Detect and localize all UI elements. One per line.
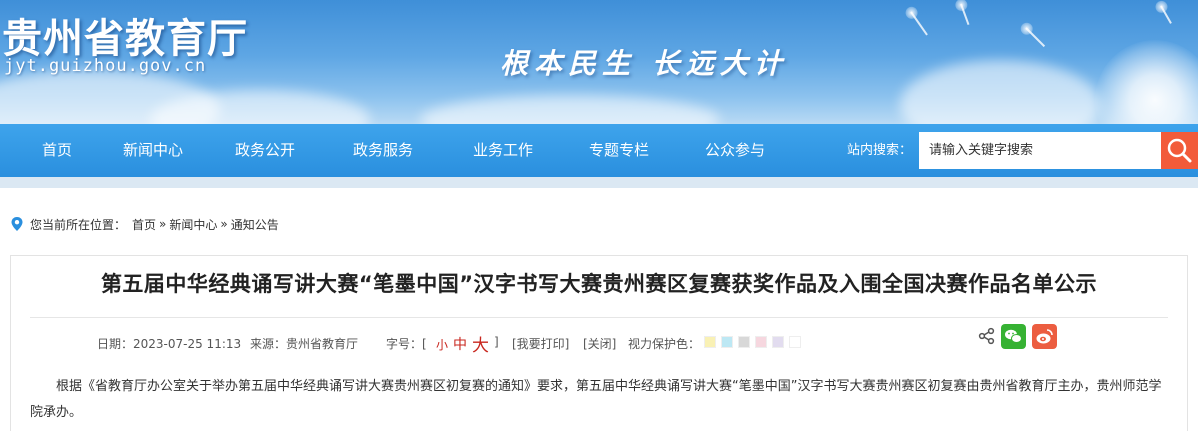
header-banner: 贵州省教育厅 jyt.guizhou.gov.cn 根本民生 长远大计 (0, 0, 1198, 124)
seed-decoration (910, 11, 928, 36)
seed-decoration (1025, 27, 1046, 48)
breadcrumb-home-link[interactable]: 首页 (132, 216, 156, 233)
breadcrumb-news-link[interactable]: 新闻中心 (169, 216, 217, 233)
site-domain: jyt.guizhou.gov.cn (4, 56, 207, 76)
seed-decoration (1160, 5, 1172, 24)
eye-care-swatch-purple[interactable] (772, 336, 784, 348)
article-source: 来源：贵州省教育厅 (250, 337, 359, 351)
main-nav: 首页 新闻中心 政务公开 政务服务 业务工作 专题专栏 公众参与 站内搜索： (0, 124, 1198, 177)
font-size-small-button[interactable]: 小 (436, 336, 448, 353)
nav-item-news[interactable]: 新闻中心 (110, 124, 196, 177)
wechat-share-button[interactable] (1001, 324, 1026, 349)
font-size-bracket-close: ] (494, 335, 499, 349)
font-size-label: 字号：[ (386, 337, 427, 351)
close-button[interactable]: [关闭] (583, 335, 616, 352)
font-size-medium-button[interactable]: 中 (453, 334, 467, 354)
eye-care-swatch-pink[interactable] (755, 336, 767, 348)
breadcrumb-notice-link[interactable]: 通知公告 (231, 216, 279, 233)
publish-date: 日期：2023-07-25 11:13 (97, 337, 242, 351)
eye-care-swatch-white[interactable] (789, 336, 801, 348)
cloud-decoration (900, 60, 1100, 124)
breadcrumb: 您当前所在位置： 首页 » 新闻中心 » 通知公告 (10, 214, 279, 234)
nav-item-business[interactable]: 业务工作 (460, 124, 546, 177)
slogan: 根本民生 长远大计 (500, 47, 788, 80)
article-title: 第五届中华经典诵写讲大赛“笔墨中国”汉字书写大赛贵州赛区复赛获奖作品及入围全国决… (100, 272, 1098, 296)
location-pin-icon (11, 217, 23, 231)
breadcrumb-separator: » (220, 217, 228, 231)
weibo-share-button[interactable] (1032, 324, 1057, 349)
eye-care-swatch-gray[interactable] (738, 336, 750, 348)
eye-care-swatch-blue[interactable] (721, 336, 733, 348)
search-input[interactable] (919, 132, 1161, 169)
search-label: 站内搜索： (847, 143, 913, 158)
nav-item-home[interactable]: 首页 (22, 124, 92, 177)
eye-care-label: 视力保护色： (628, 337, 701, 351)
nav-item-gov-affairs[interactable]: 政务公开 (222, 124, 308, 177)
article-paragraph: 根据《省教育厅办公室关于举办第五届中华经典诵写讲大赛贵州赛区初复赛的通知》要求，… (30, 379, 1162, 420)
seed-decoration (960, 3, 970, 26)
font-size-large-button[interactable]: 大 (472, 331, 489, 356)
breadcrumb-separator: » (159, 217, 167, 231)
title-divider (30, 317, 1168, 318)
search-button[interactable] (1161, 132, 1198, 169)
dandelion-decoration (1095, 40, 1198, 124)
cloud-decoration (420, 95, 720, 124)
search-icon (1167, 138, 1192, 163)
print-button[interactable]: [我要打印] (512, 335, 569, 352)
breadcrumb-prefix: 您当前所在位置： (30, 217, 127, 232)
nav-shadow-bar (0, 177, 1198, 188)
share-icon[interactable] (978, 327, 996, 345)
wechat-icon (1005, 329, 1022, 343)
nav-item-topics[interactable]: 专题专栏 (576, 124, 662, 177)
nav-item-public[interactable]: 公众参与 (692, 124, 778, 177)
nav-item-gov-services[interactable]: 政务服务 (340, 124, 426, 177)
weibo-icon (1036, 329, 1053, 344)
eye-care-swatch-yellow[interactable] (704, 336, 716, 348)
